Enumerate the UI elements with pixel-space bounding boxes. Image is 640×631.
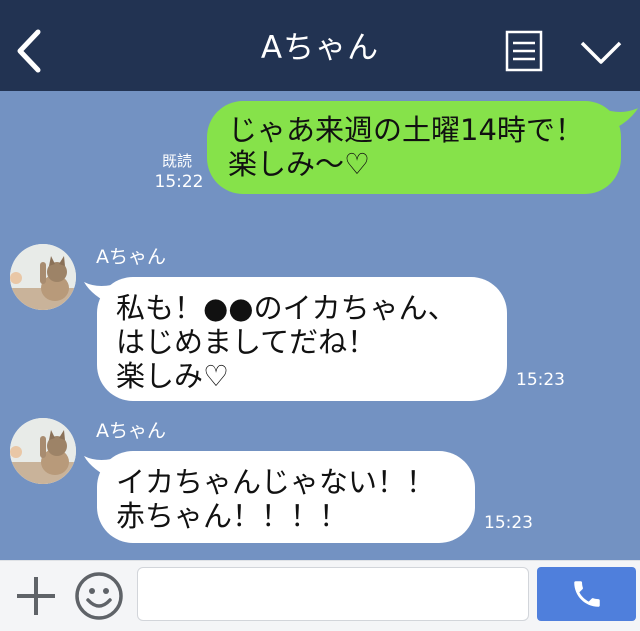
- cat-avatar-icon: [10, 244, 76, 310]
- message-time: 15:23: [484, 513, 533, 533]
- avatar[interactable]: [10, 244, 76, 310]
- message-bubble-received[interactable]: イカちゃんじゃない！！ 赤ちゃん！！！！: [97, 451, 475, 543]
- back-icon[interactable]: [12, 28, 46, 74]
- sender-name: Aちゃん: [96, 246, 166, 268]
- message-input[interactable]: [137, 567, 529, 621]
- sender-name: Aちゃん: [96, 420, 166, 442]
- message-bubble-received[interactable]: 私も！●●のイカちゃん、 はじめましてだね！ 楽しみ♡: [97, 277, 507, 401]
- smiley-icon[interactable]: [73, 570, 125, 622]
- chevron-down-icon[interactable]: [579, 38, 623, 68]
- message-time: 15:22: [154, 172, 204, 192]
- phone-icon: [570, 577, 604, 611]
- cat-avatar-icon: [10, 418, 76, 484]
- read-status: 既読: [161, 152, 192, 170]
- message-bubble-sent[interactable]: じゃあ来週の土曜14時で！ 楽しみ〜♡: [207, 101, 621, 194]
- avatar[interactable]: [10, 418, 76, 484]
- notes-icon[interactable]: [505, 30, 543, 72]
- plus-icon[interactable]: [14, 574, 58, 618]
- chat-header: Aちゃん: [0, 0, 640, 91]
- message-time: 15:23: [516, 370, 565, 390]
- call-button[interactable]: [537, 567, 636, 621]
- page-title: Aちゃん: [260, 30, 380, 66]
